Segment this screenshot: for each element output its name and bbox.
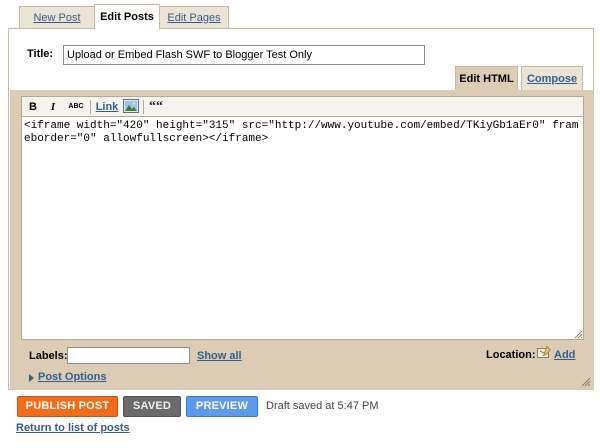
tab-edit-pages-label[interactable]: Edit Pages xyxy=(167,12,220,24)
tab-compose-label[interactable]: Compose xyxy=(527,73,577,85)
link-button[interactable]: Link xyxy=(94,100,120,114)
toolbar-divider xyxy=(143,100,144,114)
tab-edit-posts[interactable]: Edit Posts xyxy=(94,4,160,30)
show-all-labels-link[interactable]: Show all xyxy=(197,350,242,362)
location-label: Location: xyxy=(486,349,536,361)
expand-triangle-icon xyxy=(29,374,34,382)
bold-button[interactable]: B xyxy=(28,100,38,114)
saved-button[interactable]: SAVED xyxy=(123,396,181,417)
post-body-editor[interactable]: <iframe width="420" height="315" src="ht… xyxy=(21,116,584,340)
post-options-label[interactable]: Post Options xyxy=(38,371,106,383)
title-input[interactable] xyxy=(63,45,425,65)
tab-compose[interactable]: Compose xyxy=(521,66,583,90)
tab-edit-posts-label: Edit Posts xyxy=(100,11,154,23)
return-to-posts-link[interactable]: Return to list of posts xyxy=(16,422,130,434)
panel-resize-grip-icon[interactable] xyxy=(581,377,591,387)
toolbar-divider xyxy=(90,100,91,114)
resize-grip-icon[interactable] xyxy=(574,330,583,339)
post-editor-panel: Title: Edit HTML Compose B I ABC Link ““… xyxy=(8,28,594,390)
location-pin-icon[interactable] xyxy=(537,345,551,359)
editor-tabs: New Post Edit Posts Edit Pages xyxy=(0,0,600,30)
editor-frame: B I ABC Link ““ <iframe width="420" heig… xyxy=(10,90,594,390)
labels-input[interactable] xyxy=(67,347,190,364)
preview-button[interactable]: PREVIEW xyxy=(186,396,258,417)
tab-edit-html[interactable]: Edit HTML xyxy=(455,66,518,90)
labels-label: Labels: xyxy=(29,350,68,362)
blockquote-button[interactable]: ““ xyxy=(149,100,163,114)
publish-post-button[interactable]: PUBLISH POST xyxy=(17,396,118,417)
tab-edit-pages[interactable]: Edit Pages xyxy=(159,6,229,29)
spellcheck-button[interactable]: ABC xyxy=(66,100,86,114)
add-location-link[interactable]: Add xyxy=(554,349,575,361)
image-icon[interactable] xyxy=(123,99,139,113)
tab-new-post-label[interactable]: New Post xyxy=(33,12,80,24)
formatting-toolbar: B I ABC Link ““ xyxy=(21,96,584,116)
italic-button[interactable]: I xyxy=(48,100,58,114)
tab-new-post[interactable]: New Post xyxy=(19,6,95,29)
title-label: Title: xyxy=(27,48,54,60)
draft-status: Draft saved at 5:47 PM xyxy=(266,400,379,412)
